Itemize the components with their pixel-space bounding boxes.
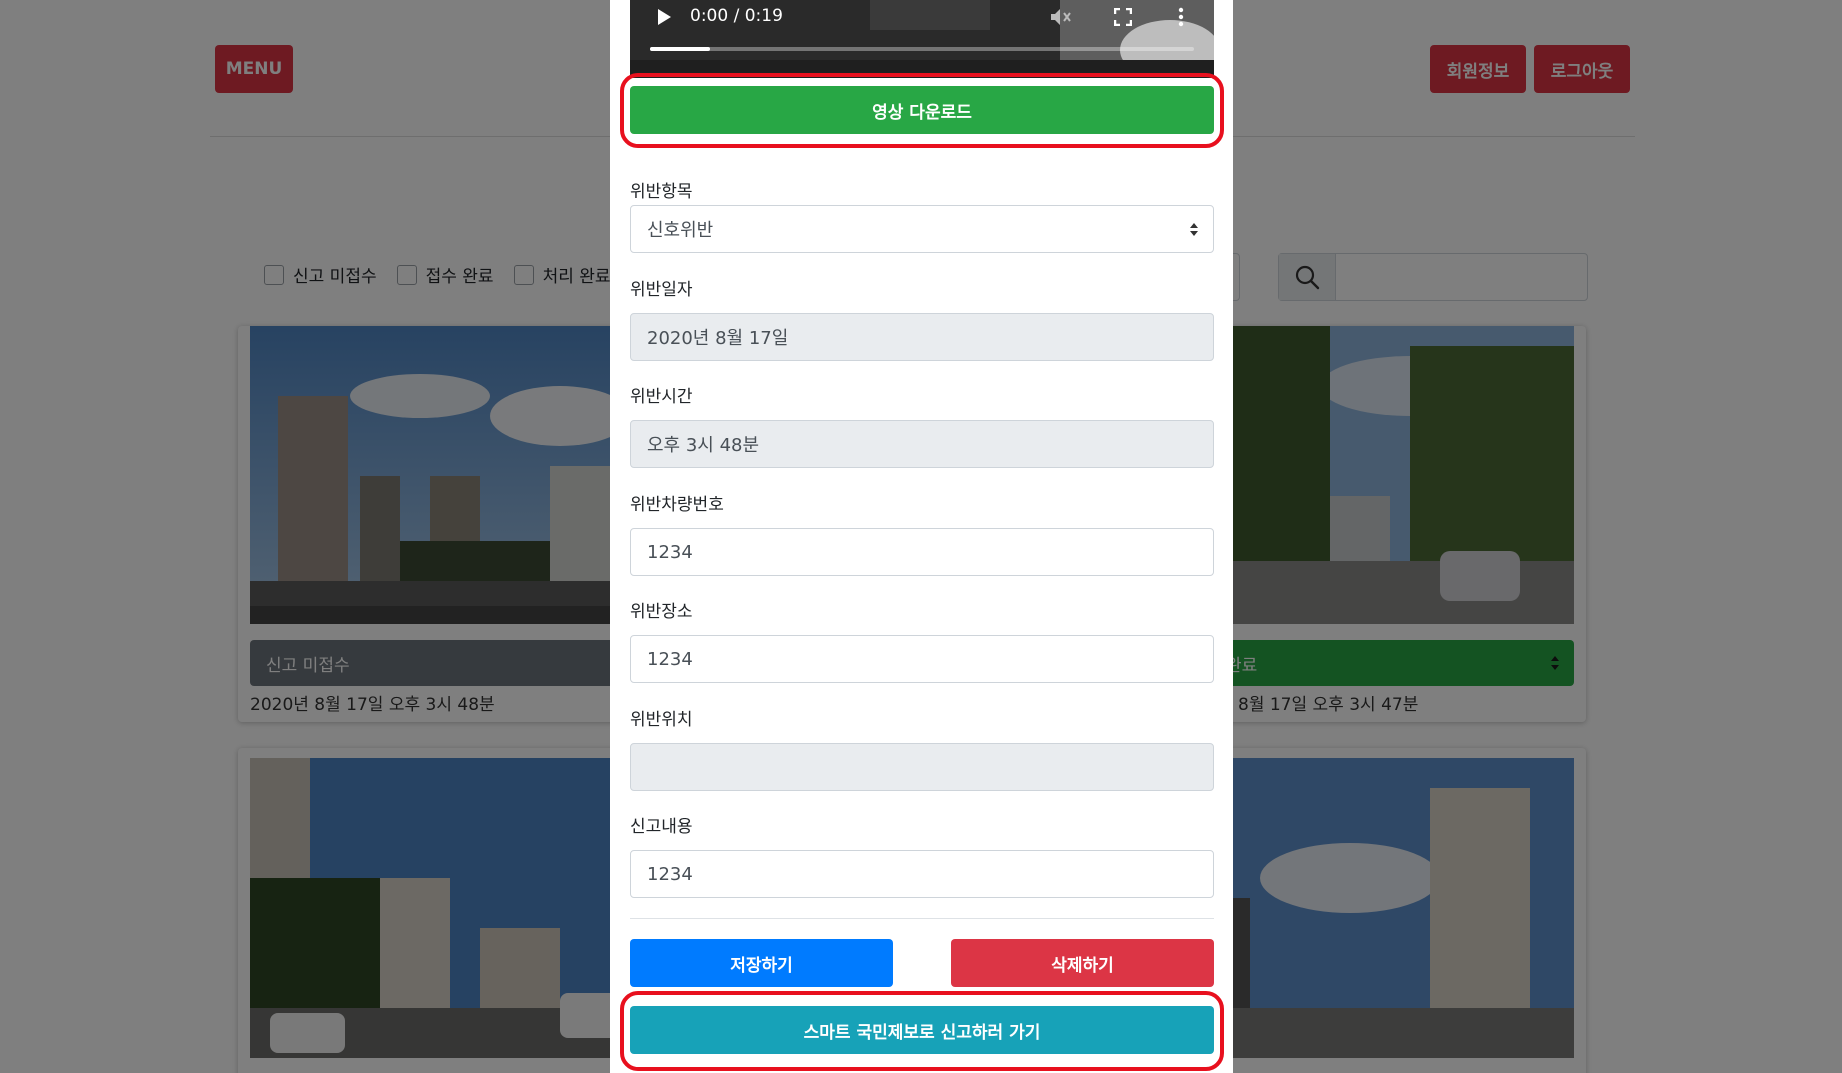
violation-type-label: 위반항목 (630, 182, 693, 202)
video-player[interactable]: 0:00 / 0:19 (630, 0, 1214, 78)
violation-type-value: 신호위반 (647, 220, 714, 241)
smart-report-button[interactable]: 스마트 국민제보로 신고하러 가기 (630, 1006, 1214, 1054)
delete-button[interactable]: 삭제하기 (951, 939, 1214, 987)
violation-location-field (630, 743, 1214, 791)
report-content-label: 신고내용 (630, 817, 693, 837)
violation-place-label: 위반장소 (630, 602, 693, 622)
violation-date-label: 위반일자 (630, 280, 693, 300)
more-options-icon[interactable] (1178, 7, 1184, 27)
select-arrows-icon (1190, 223, 1198, 236)
save-button[interactable]: 저장하기 (630, 939, 893, 987)
violation-time-label: 위반시간 (630, 387, 693, 407)
vehicle-number-label: 위반차량번호 (630, 495, 724, 515)
video-download-button[interactable]: 영상 다운로드 (630, 86, 1214, 134)
play-icon[interactable] (656, 8, 672, 26)
video-progress-fill (650, 47, 710, 51)
report-content-input[interactable]: 1234 (630, 850, 1214, 898)
violation-type-select[interactable]: 신호위반 (630, 205, 1214, 253)
report-edit-modal: 0:00 / 0:19 영상 다운로드 위반항목 신호위반 위반일자 2020년… (610, 0, 1233, 1073)
modal-divider (630, 918, 1214, 919)
fullscreen-icon[interactable] (1114, 8, 1132, 26)
volume-icon[interactable] (1050, 8, 1072, 26)
violation-time-field: 오후 3시 48분 (630, 420, 1214, 468)
vehicle-number-input[interactable]: 1234 (630, 528, 1214, 576)
video-progress-bar[interactable] (650, 47, 1194, 51)
violation-location-label: 위반위치 (630, 710, 693, 730)
violation-date-field: 2020년 8월 17일 (630, 313, 1214, 361)
violation-place-input[interactable]: 1234 (630, 635, 1214, 683)
video-time: 0:00 / 0:19 (690, 6, 783, 26)
